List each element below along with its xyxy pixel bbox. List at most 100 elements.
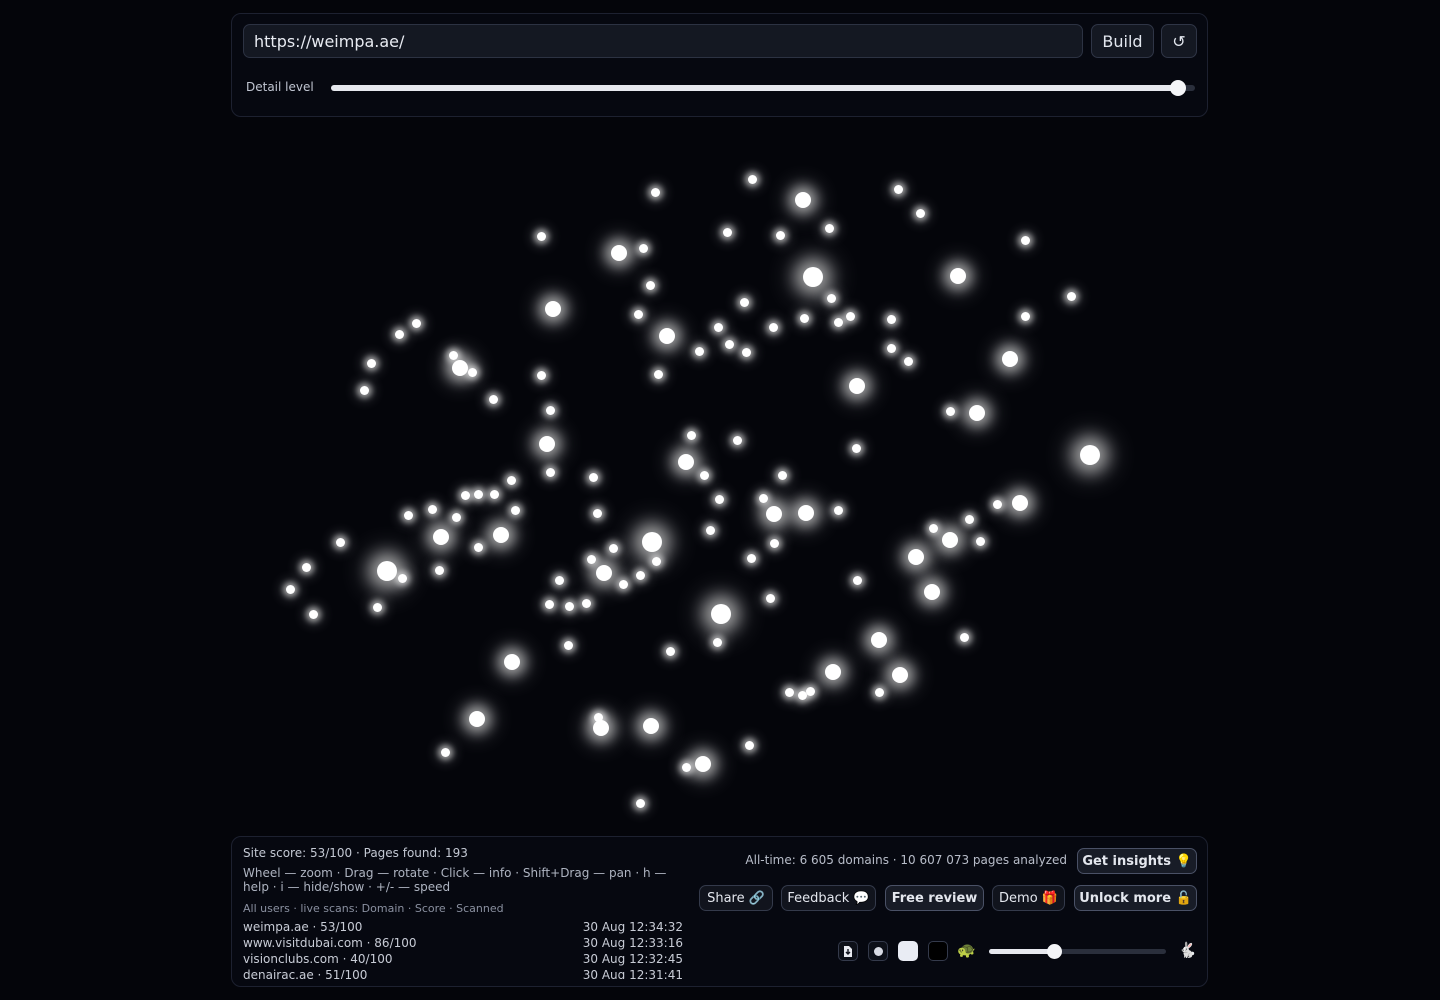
graph-node[interactable]: [651, 556, 661, 566]
graph-node[interactable]: [724, 339, 734, 349]
graph-node[interactable]: [473, 542, 483, 552]
graph-node[interactable]: [712, 637, 722, 647]
graph-node[interactable]: [768, 322, 778, 332]
graph-node[interactable]: [893, 184, 903, 194]
refresh-button[interactable]: ↺: [1161, 24, 1197, 58]
graph-node[interactable]: [593, 720, 609, 736]
graph-node[interactable]: [596, 565, 612, 581]
graph-node[interactable]: [451, 512, 461, 522]
graph-node[interactable]: [359, 385, 369, 395]
graph-node[interactable]: [766, 506, 782, 522]
graph-node[interactable]: [467, 367, 477, 377]
graph-node[interactable]: [959, 632, 969, 642]
graph-node[interactable]: [915, 208, 925, 218]
graph-node[interactable]: [586, 554, 596, 564]
graph-node[interactable]: [964, 514, 974, 524]
graph-node[interactable]: [638, 243, 648, 253]
graph-node[interactable]: [746, 553, 756, 563]
graph-node[interactable]: [992, 499, 1002, 509]
graph-node[interactable]: [705, 525, 715, 535]
graph-node[interactable]: [775, 230, 785, 240]
graph-node[interactable]: [1080, 445, 1100, 465]
graph-node[interactable]: [871, 632, 887, 648]
graph-node[interactable]: [886, 314, 896, 324]
graph-node[interactable]: [377, 561, 397, 581]
graph-node[interactable]: [653, 369, 663, 379]
feedback-button[interactable]: Feedback 💬: [781, 885, 876, 911]
graph-node[interactable]: [545, 405, 555, 415]
graph-node[interactable]: [758, 493, 768, 503]
unlock-more-button[interactable]: Unlock more 🔓: [1074, 885, 1197, 911]
graph-node[interactable]: [544, 599, 554, 609]
graph-node[interactable]: [732, 435, 742, 445]
graph-node[interactable]: [469, 711, 485, 727]
graph-node[interactable]: [433, 529, 449, 545]
graph-node[interactable]: [722, 227, 732, 237]
graph-node[interactable]: [1020, 311, 1030, 321]
graph-node[interactable]: [833, 505, 843, 515]
graph-node[interactable]: [765, 593, 775, 603]
graph-node[interactable]: [892, 667, 908, 683]
light-theme-icon[interactable]: [898, 941, 918, 961]
graph-node[interactable]: [950, 268, 966, 284]
detail-level-slider[interactable]: [331, 80, 1195, 96]
get-insights-button[interactable]: Get insights 💡: [1077, 848, 1197, 874]
graph-node[interactable]: [845, 311, 855, 321]
graph-node[interactable]: [394, 329, 404, 339]
url-input[interactable]: [243, 24, 1083, 58]
list-item[interactable]: visionclubs.com · 40/100 30 Aug 12:32:45: [243, 951, 683, 967]
list-item[interactable]: www.visitdubai.com · 86/100 30 Aug 12:33…: [243, 935, 683, 951]
graph-node[interactable]: [886, 343, 896, 353]
detail-level-thumb[interactable]: [1169, 80, 1186, 96]
list-item[interactable]: weimpa.ae · 53/100 30 Aug 12:34:32: [243, 919, 683, 935]
graph-node[interactable]: [434, 565, 444, 575]
graph-node[interactable]: [824, 223, 834, 233]
graph-node[interactable]: [744, 740, 754, 750]
graph-node[interactable]: [798, 505, 814, 521]
graph-node[interactable]: [440, 747, 450, 757]
graph-node[interactable]: [452, 360, 468, 376]
graph-node[interactable]: [592, 508, 602, 518]
graph-node[interactable]: [686, 430, 696, 440]
graph-node[interactable]: [372, 602, 382, 612]
graph-node[interactable]: [803, 267, 823, 287]
graph-node[interactable]: [335, 537, 345, 547]
graph-node[interactable]: [711, 604, 731, 624]
graph-node[interactable]: [308, 609, 318, 619]
graph-node[interactable]: [851, 443, 861, 453]
graph-node[interactable]: [714, 494, 724, 504]
graph-node[interactable]: [874, 687, 884, 697]
graph-node[interactable]: [427, 504, 437, 514]
graph-node[interactable]: [795, 192, 811, 208]
graph-node[interactable]: [799, 313, 809, 323]
graph-node[interactable]: [739, 297, 749, 307]
graph-node[interactable]: [545, 467, 555, 477]
graph-node[interactable]: [510, 505, 520, 515]
download-icon[interactable]: [838, 941, 858, 961]
free-review-button[interactable]: Free review: [885, 885, 984, 911]
graph-node[interactable]: [539, 436, 555, 452]
graph-node[interactable]: [928, 523, 938, 533]
build-button[interactable]: Build: [1091, 24, 1154, 58]
graph-node[interactable]: [1020, 235, 1030, 245]
graph-node[interactable]: [969, 405, 985, 421]
graph-node[interactable]: [618, 579, 628, 589]
speed-thumb[interactable]: [1047, 944, 1063, 959]
graph-node[interactable]: [564, 601, 574, 611]
graph-node[interactable]: [493, 527, 509, 543]
demo-button[interactable]: Demo 🎁: [992, 885, 1065, 911]
graph-node[interactable]: [403, 510, 413, 520]
graph-node[interactable]: [285, 584, 295, 594]
graph-node[interactable]: [643, 718, 659, 734]
graph-node[interactable]: [489, 489, 499, 499]
graph-node[interactable]: [805, 686, 815, 696]
graph-node[interactable]: [694, 346, 704, 356]
graph-node[interactable]: [699, 470, 709, 480]
dark-theme-icon[interactable]: [928, 941, 948, 961]
speed-slider[interactable]: [989, 944, 1166, 959]
graph-node[interactable]: [659, 328, 675, 344]
graph-node[interactable]: [366, 358, 376, 368]
graph-node[interactable]: [554, 575, 564, 585]
graph-node[interactable]: [397, 573, 407, 583]
graph-node[interactable]: [650, 187, 660, 197]
